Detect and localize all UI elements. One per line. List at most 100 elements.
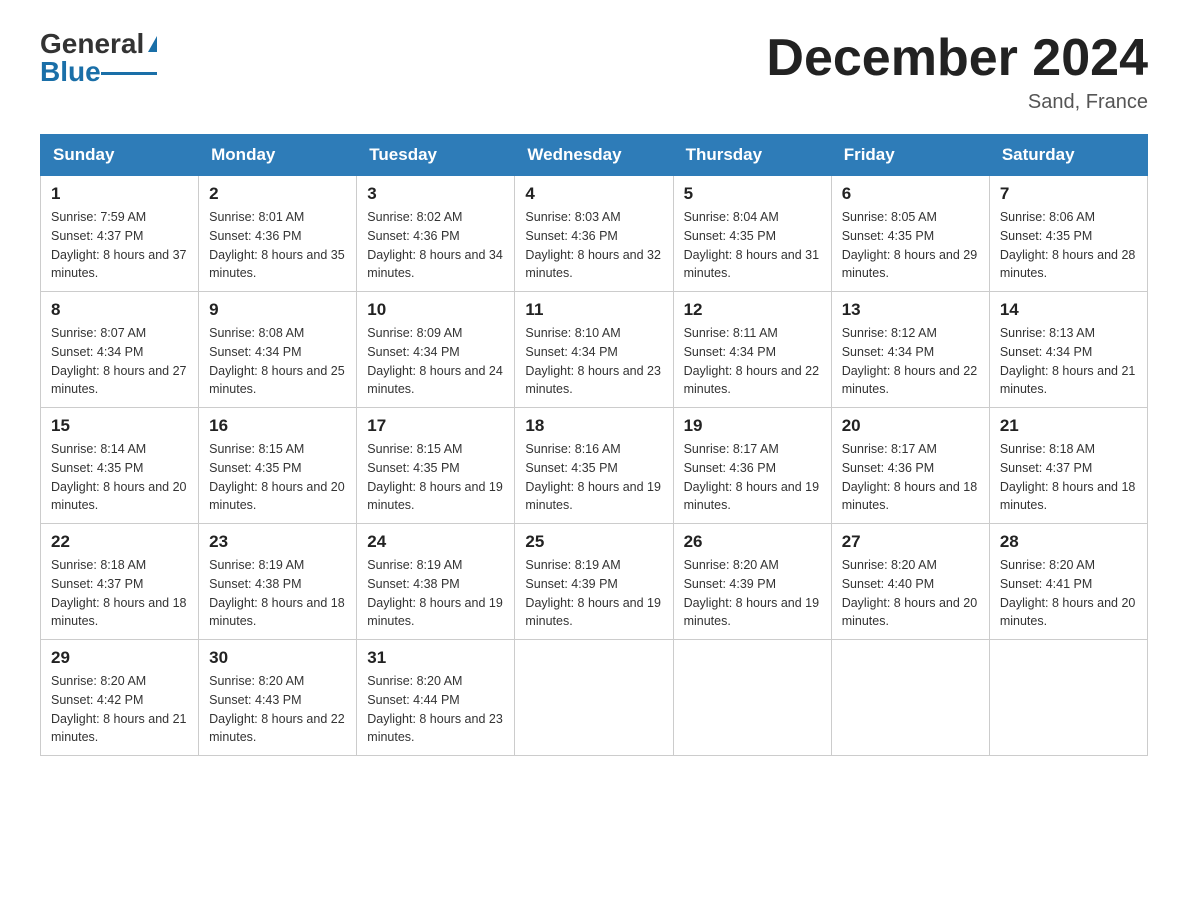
calendar-cell: 5 Sunrise: 8:04 AMSunset: 4:35 PMDaylight… bbox=[673, 176, 831, 292]
calendar-cell: 18 Sunrise: 8:16 AMSunset: 4:35 PMDayligh… bbox=[515, 408, 673, 524]
day-info: Sunrise: 8:15 AMSunset: 4:35 PMDaylight:… bbox=[367, 440, 504, 515]
calendar-cell bbox=[989, 640, 1147, 756]
day-info: Sunrise: 8:11 AMSunset: 4:34 PMDaylight:… bbox=[684, 324, 821, 399]
title-area: December 2024 Sand, France bbox=[766, 30, 1148, 114]
calendar-cell: 11 Sunrise: 8:10 AMSunset: 4:34 PMDayligh… bbox=[515, 292, 673, 408]
day-info: Sunrise: 8:14 AMSunset: 4:35 PMDaylight:… bbox=[51, 440, 188, 515]
calendar-cell: 25 Sunrise: 8:19 AMSunset: 4:39 PMDayligh… bbox=[515, 524, 673, 640]
day-number: 22 bbox=[51, 532, 188, 552]
day-number: 13 bbox=[842, 300, 979, 320]
day-info: Sunrise: 8:19 AMSunset: 4:38 PMDaylight:… bbox=[209, 556, 346, 631]
calendar-cell: 19Sunrise: 8:17 AMSunset: 4:36 PMDayligh… bbox=[673, 408, 831, 524]
calendar-cell: 28 Sunrise: 8:20 AMSunset: 4:41 PMDayligh… bbox=[989, 524, 1147, 640]
day-number: 4 bbox=[525, 184, 662, 204]
day-info: Sunrise: 8:04 AMSunset: 4:35 PMDaylight:… bbox=[684, 208, 821, 283]
calendar-cell: 7 Sunrise: 8:06 AMSunset: 4:35 PMDaylight… bbox=[989, 176, 1147, 292]
day-info: Sunrise: 8:05 AMSunset: 4:35 PMDaylight:… bbox=[842, 208, 979, 283]
day-info: Sunrise: 8:20 AMSunset: 4:41 PMDaylight:… bbox=[1000, 556, 1137, 631]
weekday-header-friday: Friday bbox=[831, 135, 989, 176]
calendar-table: SundayMondayTuesdayWednesdayThursdayFrid… bbox=[40, 134, 1148, 756]
day-info: Sunrise: 8:18 AMSunset: 4:37 PMDaylight:… bbox=[1000, 440, 1137, 515]
day-number: 26 bbox=[684, 532, 821, 552]
day-number: 23 bbox=[209, 532, 346, 552]
day-number: 28 bbox=[1000, 532, 1137, 552]
logo-blue-text: Blue bbox=[40, 58, 101, 86]
weekday-header-saturday: Saturday bbox=[989, 135, 1147, 176]
calendar-cell: 12Sunrise: 8:11 AMSunset: 4:34 PMDayligh… bbox=[673, 292, 831, 408]
day-info: Sunrise: 8:06 AMSunset: 4:35 PMDaylight:… bbox=[1000, 208, 1137, 283]
calendar-cell: 1 Sunrise: 7:59 AMSunset: 4:37 PMDaylight… bbox=[41, 176, 199, 292]
day-number: 7 bbox=[1000, 184, 1137, 204]
day-number: 27 bbox=[842, 532, 979, 552]
calendar-cell bbox=[831, 640, 989, 756]
day-info: Sunrise: 8:19 AMSunset: 4:38 PMDaylight:… bbox=[367, 556, 504, 631]
day-number: 1 bbox=[51, 184, 188, 204]
day-number: 16 bbox=[209, 416, 346, 436]
day-number: 19 bbox=[684, 416, 821, 436]
calendar-cell bbox=[515, 640, 673, 756]
day-info: Sunrise: 8:16 AMSunset: 4:35 PMDaylight:… bbox=[525, 440, 662, 515]
calendar-cell: 22 Sunrise: 8:18 AMSunset: 4:37 PMDayligh… bbox=[41, 524, 199, 640]
day-info: Sunrise: 8:08 AMSunset: 4:34 PMDaylight:… bbox=[209, 324, 346, 399]
calendar-cell: 9Sunrise: 8:08 AMSunset: 4:34 PMDaylight… bbox=[199, 292, 357, 408]
day-info: Sunrise: 7:59 AMSunset: 4:37 PMDaylight:… bbox=[51, 208, 188, 283]
logo: General Blue bbox=[40, 30, 157, 86]
day-number: 15 bbox=[51, 416, 188, 436]
calendar-cell: 31 Sunrise: 8:20 AMSunset: 4:44 PMDayligh… bbox=[357, 640, 515, 756]
calendar-cell: 4Sunrise: 8:03 AMSunset: 4:36 PMDaylight… bbox=[515, 176, 673, 292]
day-number: 21 bbox=[1000, 416, 1137, 436]
week-row-4: 22 Sunrise: 8:18 AMSunset: 4:37 PMDayligh… bbox=[41, 524, 1148, 640]
day-info: Sunrise: 8:20 AMSunset: 4:42 PMDaylight:… bbox=[51, 672, 188, 747]
day-info: Sunrise: 8:13 AMSunset: 4:34 PMDaylight:… bbox=[1000, 324, 1137, 399]
day-number: 24 bbox=[367, 532, 504, 552]
day-number: 10 bbox=[367, 300, 504, 320]
day-number: 18 bbox=[525, 416, 662, 436]
day-info: Sunrise: 8:18 AMSunset: 4:37 PMDaylight:… bbox=[51, 556, 188, 631]
day-number: 30 bbox=[209, 648, 346, 668]
day-number: 6 bbox=[842, 184, 979, 204]
day-info: Sunrise: 8:20 AMSunset: 4:39 PMDaylight:… bbox=[684, 556, 821, 631]
day-info: Sunrise: 8:17 AMSunset: 4:36 PMDaylight:… bbox=[842, 440, 979, 515]
day-number: 3 bbox=[367, 184, 504, 204]
day-info: Sunrise: 8:20 AMSunset: 4:44 PMDaylight:… bbox=[367, 672, 504, 747]
calendar-cell: 23 Sunrise: 8:19 AMSunset: 4:38 PMDayligh… bbox=[199, 524, 357, 640]
day-info: Sunrise: 8:10 AMSunset: 4:34 PMDaylight:… bbox=[525, 324, 662, 399]
calendar-cell: 20 Sunrise: 8:17 AMSunset: 4:36 PMDayligh… bbox=[831, 408, 989, 524]
calendar-cell: 14 Sunrise: 8:13 AMSunset: 4:34 PMDayligh… bbox=[989, 292, 1147, 408]
calendar-cell: 30 Sunrise: 8:20 AMSunset: 4:43 PMDayligh… bbox=[199, 640, 357, 756]
logo-triangle-icon bbox=[148, 36, 157, 52]
day-number: 17 bbox=[367, 416, 504, 436]
day-number: 31 bbox=[367, 648, 504, 668]
calendar-cell: 29 Sunrise: 8:20 AMSunset: 4:42 PMDayligh… bbox=[41, 640, 199, 756]
weekday-header-monday: Monday bbox=[199, 135, 357, 176]
calendar-cell: 24 Sunrise: 8:19 AMSunset: 4:38 PMDayligh… bbox=[357, 524, 515, 640]
day-number: 20 bbox=[842, 416, 979, 436]
calendar-cell: 3 Sunrise: 8:02 AMSunset: 4:36 PMDaylight… bbox=[357, 176, 515, 292]
calendar-cell: 16 Sunrise: 8:15 AMSunset: 4:35 PMDayligh… bbox=[199, 408, 357, 524]
weekday-header-row: SundayMondayTuesdayWednesdayThursdayFrid… bbox=[41, 135, 1148, 176]
calendar-cell: 26 Sunrise: 8:20 AMSunset: 4:39 PMDayligh… bbox=[673, 524, 831, 640]
month-title: December 2024 bbox=[766, 30, 1148, 87]
calendar-cell: 6 Sunrise: 8:05 AMSunset: 4:35 PMDaylight… bbox=[831, 176, 989, 292]
logo-general-text: General bbox=[40, 30, 144, 58]
calendar-cell: 15 Sunrise: 8:14 AMSunset: 4:35 PMDayligh… bbox=[41, 408, 199, 524]
day-info: Sunrise: 8:12 AMSunset: 4:34 PMDaylight:… bbox=[842, 324, 979, 399]
day-number: 29 bbox=[51, 648, 188, 668]
day-info: Sunrise: 8:19 AMSunset: 4:39 PMDaylight:… bbox=[525, 556, 662, 631]
day-info: Sunrise: 8:01 AMSunset: 4:36 PMDaylight:… bbox=[209, 208, 346, 283]
week-row-2: 8Sunrise: 8:07 AMSunset: 4:34 PMDaylight… bbox=[41, 292, 1148, 408]
day-info: Sunrise: 8:15 AMSunset: 4:35 PMDaylight:… bbox=[209, 440, 346, 515]
day-number: 11 bbox=[525, 300, 662, 320]
week-row-3: 15 Sunrise: 8:14 AMSunset: 4:35 PMDayligh… bbox=[41, 408, 1148, 524]
day-info: Sunrise: 8:02 AMSunset: 4:36 PMDaylight:… bbox=[367, 208, 504, 283]
week-row-5: 29 Sunrise: 8:20 AMSunset: 4:42 PMDayligh… bbox=[41, 640, 1148, 756]
day-number: 14 bbox=[1000, 300, 1137, 320]
weekday-header-sunday: Sunday bbox=[41, 135, 199, 176]
day-number: 2 bbox=[209, 184, 346, 204]
day-info: Sunrise: 8:20 AMSunset: 4:43 PMDaylight:… bbox=[209, 672, 346, 747]
calendar-cell: 17 Sunrise: 8:15 AMSunset: 4:35 PMDayligh… bbox=[357, 408, 515, 524]
day-number: 5 bbox=[684, 184, 821, 204]
day-info: Sunrise: 8:20 AMSunset: 4:40 PMDaylight:… bbox=[842, 556, 979, 631]
day-number: 25 bbox=[525, 532, 662, 552]
day-info: Sunrise: 8:09 AMSunset: 4:34 PMDaylight:… bbox=[367, 324, 504, 399]
